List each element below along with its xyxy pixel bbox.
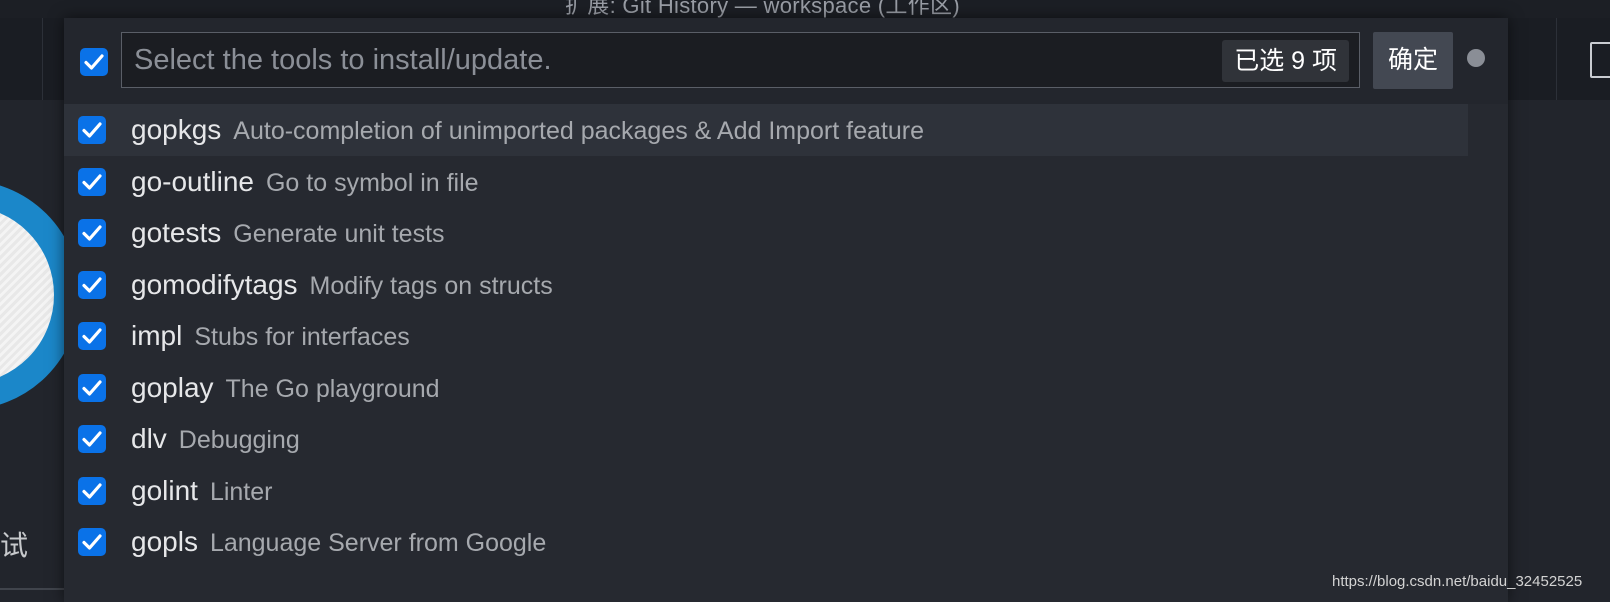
tool-name: gomodifytags (131, 268, 298, 300)
checkmark-icon (82, 431, 102, 447)
checkmark-icon (82, 328, 102, 344)
watermark: https://blog.csdn.net/baidu_32452525 (1332, 573, 1583, 590)
tool-name: gotests (131, 217, 222, 248)
list-item-dlv[interactable]: dlv Debugging (64, 413, 1468, 465)
item-checkbox[interactable] (78, 373, 106, 402)
checkmark-icon (82, 225, 102, 241)
vscode-window: 扩展: Git History — workspace (工作区) 试 更 已选… (0, 0, 1610, 602)
item-text: gotests Generate unit tests (131, 207, 445, 259)
tool-description: Linter (209, 477, 273, 506)
select-all-checkbox[interactable] (80, 48, 108, 76)
new-file-icon[interactable] (1590, 42, 1610, 78)
list-item-gopls[interactable]: gopls Language Server from Google (64, 516, 1468, 568)
progress-dot-icon (1467, 49, 1485, 67)
item-checkbox[interactable] (78, 476, 106, 505)
item-checkbox[interactable] (78, 425, 106, 453)
checkmark-icon (82, 173, 102, 190)
tool-description: Go to symbol in file (265, 168, 479, 197)
tool-name: gopls (131, 526, 198, 557)
checkmark-icon (82, 379, 102, 396)
list-item-gomodifytags[interactable]: gomodifytags Modify tags on structs (64, 259, 1468, 311)
item-text: gopls Language Server from Google (131, 516, 546, 568)
selected-count-badge: 已选 9 项 (1222, 40, 1349, 82)
checkmark-icon (82, 122, 102, 138)
item-text: gopkgs Auto-completion of unimported pack… (131, 104, 924, 156)
tool-description: Generate unit tests (233, 220, 445, 248)
tool-name: dlv (131, 423, 167, 454)
tool-description: Language Server from Google (209, 529, 547, 557)
tool-name: goplay (131, 371, 214, 403)
item-text: goplay The Go playground (131, 362, 440, 414)
item-text: gomodifytags Modify tags on structs (131, 259, 553, 311)
checkmark-icon (82, 482, 102, 499)
item-checkbox[interactable] (78, 528, 106, 556)
title-bar: 扩展: Git History — workspace (工作区) (0, 0, 1610, 18)
list-item-golint[interactable]: golint Linter (64, 465, 1468, 517)
list-item-gopkgs[interactable]: gopkgs Auto-completion of unimported pack… (64, 104, 1468, 156)
item-checkbox[interactable] (78, 322, 106, 350)
item-checkbox[interactable] (78, 116, 106, 144)
tool-name: go-outline (131, 165, 254, 197)
tool-name: gopkgs (131, 114, 222, 145)
quick-pick-header: 已选 9 项 确定 (64, 18, 1508, 104)
item-checkbox[interactable] (78, 167, 106, 196)
checkmark-icon (82, 534, 102, 550)
background-underline (0, 588, 66, 590)
list-item-impl[interactable]: impl Stubs for interfaces (64, 310, 1468, 362)
item-text: go-outline Go to symbol in file (131, 156, 479, 208)
item-text: impl Stubs for interfaces (131, 310, 410, 362)
list-item-go-outline[interactable]: go-outline Go to symbol in file (64, 156, 1468, 208)
item-text: dlv Debugging (131, 413, 300, 465)
tool-description: Modify tags on structs (309, 271, 553, 300)
tab-divider-right (1556, 18, 1557, 100)
checkmark-icon (82, 276, 102, 293)
tool-description: Debugging (178, 426, 300, 454)
list-item-gotests[interactable]: gotests Generate unit tests (64, 207, 1468, 259)
tool-description: Auto-completion of unimported packages &… (233, 117, 924, 145)
ok-button[interactable]: 确定 (1373, 32, 1453, 89)
tool-description: The Go playground (225, 374, 440, 403)
item-text: golint Linter (131, 465, 272, 517)
tool-filter-input[interactable] (122, 33, 1222, 87)
window-title: 扩展: Git History — workspace (工作区) (565, 0, 960, 18)
checkmark-icon (84, 54, 104, 70)
tab-divider-left (42, 18, 43, 100)
item-checkbox[interactable] (78, 270, 106, 299)
tool-filter-field[interactable]: 已选 9 项 (121, 32, 1360, 88)
list-item-goplay[interactable]: goplay The Go playground (64, 362, 1468, 414)
tool-list: gopkgs Auto-completion of unimported pack… (64, 104, 1468, 568)
tool-name: golint (131, 474, 198, 506)
quick-pick-widget: 已选 9 项 确定 gopkgs Auto-completion of unimp… (64, 18, 1508, 602)
item-checkbox[interactable] (78, 219, 106, 247)
tool-description: Stubs for interfaces (194, 323, 410, 351)
tool-name: impl (131, 320, 183, 351)
